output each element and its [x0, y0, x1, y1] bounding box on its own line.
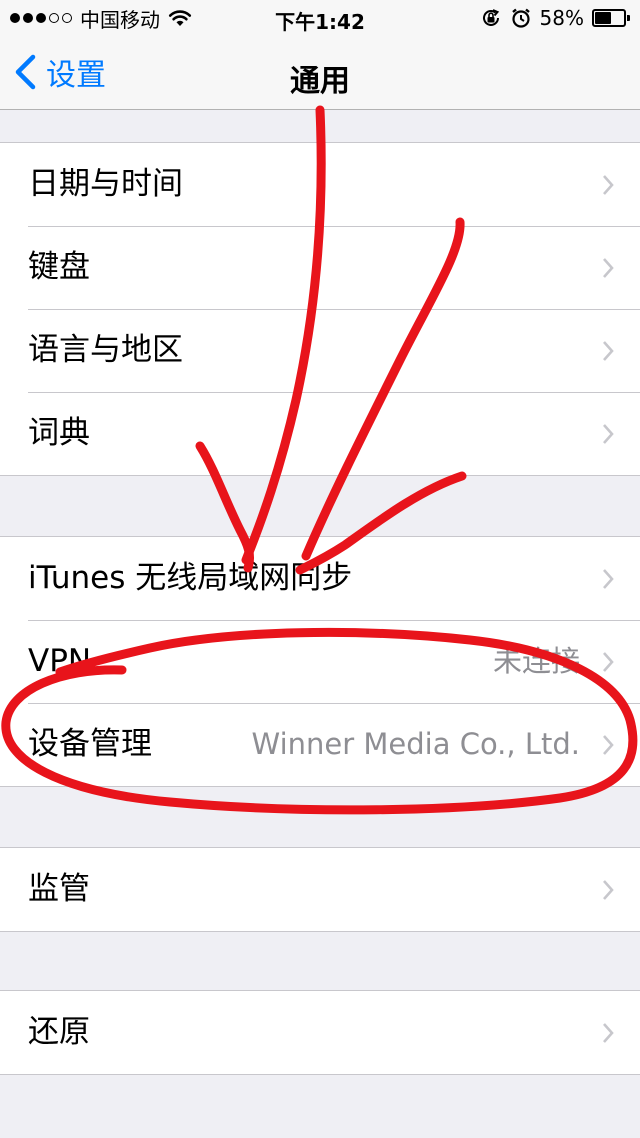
- chevron-right-icon: [603, 569, 614, 589]
- battery-percent: 58%: [539, 6, 584, 30]
- row-date-time[interactable]: 日期与时间: [0, 143, 640, 226]
- chevron-right-icon: [603, 341, 614, 361]
- settings-group-1: 日期与时间 键盘 语言与地区 词典: [0, 142, 640, 476]
- rotation-lock-icon: [482, 9, 499, 26]
- chevron-right-icon: [603, 258, 614, 278]
- row-label: 日期与时间: [28, 166, 183, 202]
- chevron-right-icon: [603, 735, 614, 755]
- row-itunes-wifi-sync[interactable]: iTunes 无线局域网同步: [0, 537, 640, 620]
- row-label: 还原: [28, 1014, 90, 1050]
- row-label: 监管: [28, 871, 90, 907]
- navigation-bar: 设置 通用: [0, 40, 640, 110]
- row-label: VPN: [28, 643, 92, 679]
- chevron-right-icon: [603, 652, 614, 672]
- row-label: iTunes 无线局域网同步: [28, 560, 353, 596]
- chevron-right-icon: [603, 424, 614, 444]
- row-value: Winner Media Co., Ltd.: [251, 727, 580, 761]
- page-title: 通用: [290, 64, 350, 99]
- row-vpn[interactable]: VPN 未连接: [0, 620, 640, 703]
- status-bar: 中国移动 下午1:42 58%: [0, 0, 640, 40]
- settings-group-4: 还原: [0, 990, 640, 1075]
- chevron-right-icon: [603, 880, 614, 900]
- settings-group-2: iTunes 无线局域网同步 VPN 未连接 设备管理 Winner Media…: [0, 536, 640, 787]
- row-label: 设备管理: [28, 726, 152, 762]
- row-device-management[interactable]: 设备管理 Winner Media Co., Ltd.: [0, 703, 640, 786]
- row-dictionary[interactable]: 词典: [0, 392, 640, 475]
- row-label: 词典: [28, 415, 90, 451]
- row-value: 未连接: [492, 644, 580, 678]
- row-keyboard[interactable]: 键盘: [0, 226, 640, 309]
- alarm-icon: [511, 8, 530, 28]
- battery-icon: [592, 9, 630, 27]
- settings-group-3: 监管: [0, 847, 640, 932]
- row-label: 键盘: [28, 249, 90, 285]
- chevron-right-icon: [603, 175, 614, 195]
- row-language-region[interactable]: 语言与地区: [0, 309, 640, 392]
- row-label: 语言与地区: [28, 332, 183, 368]
- chevron-right-icon: [603, 1023, 614, 1043]
- row-reset[interactable]: 还原: [0, 991, 640, 1074]
- row-supervision[interactable]: 监管: [0, 848, 640, 931]
